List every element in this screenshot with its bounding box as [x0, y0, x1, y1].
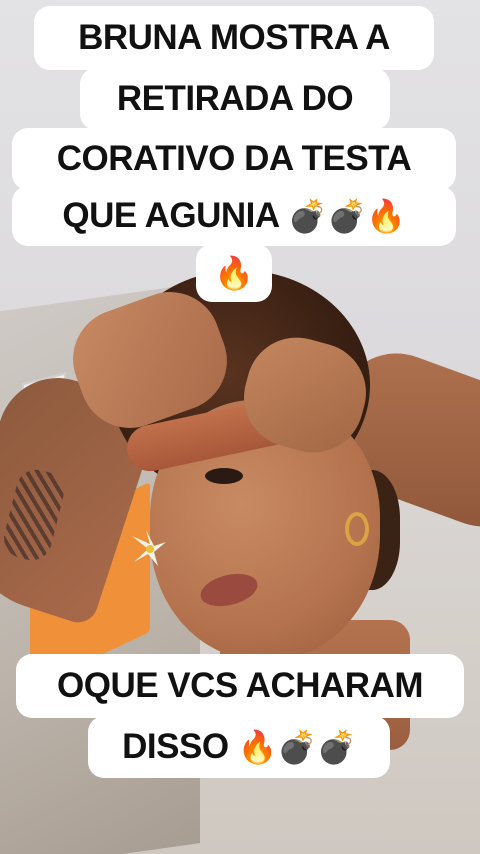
eye [205, 468, 243, 484]
earring [345, 512, 369, 546]
fire-emoji: 🔥 [214, 254, 254, 292]
bottom-caption-line-2: DISSO 🔥💣💣 [88, 716, 390, 778]
caption-line-2: RETIRADA DO [80, 68, 390, 130]
flower-icon [132, 530, 166, 566]
caption-line-5: 🔥 [196, 244, 272, 302]
caption-line-4: QUE AGUNIA 💣💣🔥 [12, 186, 456, 246]
caption-line-1: BRUNA MOSTRA A [34, 6, 434, 70]
fire-bomb-emojis: 🔥💣💣 [237, 728, 357, 766]
bomb-fire-emojis: 💣💣🔥 [287, 197, 407, 235]
caption-line-3: CORATIVO DA TESTA [12, 128, 456, 190]
bottom-caption-line-1: OQUE VCS ACHARAM [16, 654, 464, 718]
